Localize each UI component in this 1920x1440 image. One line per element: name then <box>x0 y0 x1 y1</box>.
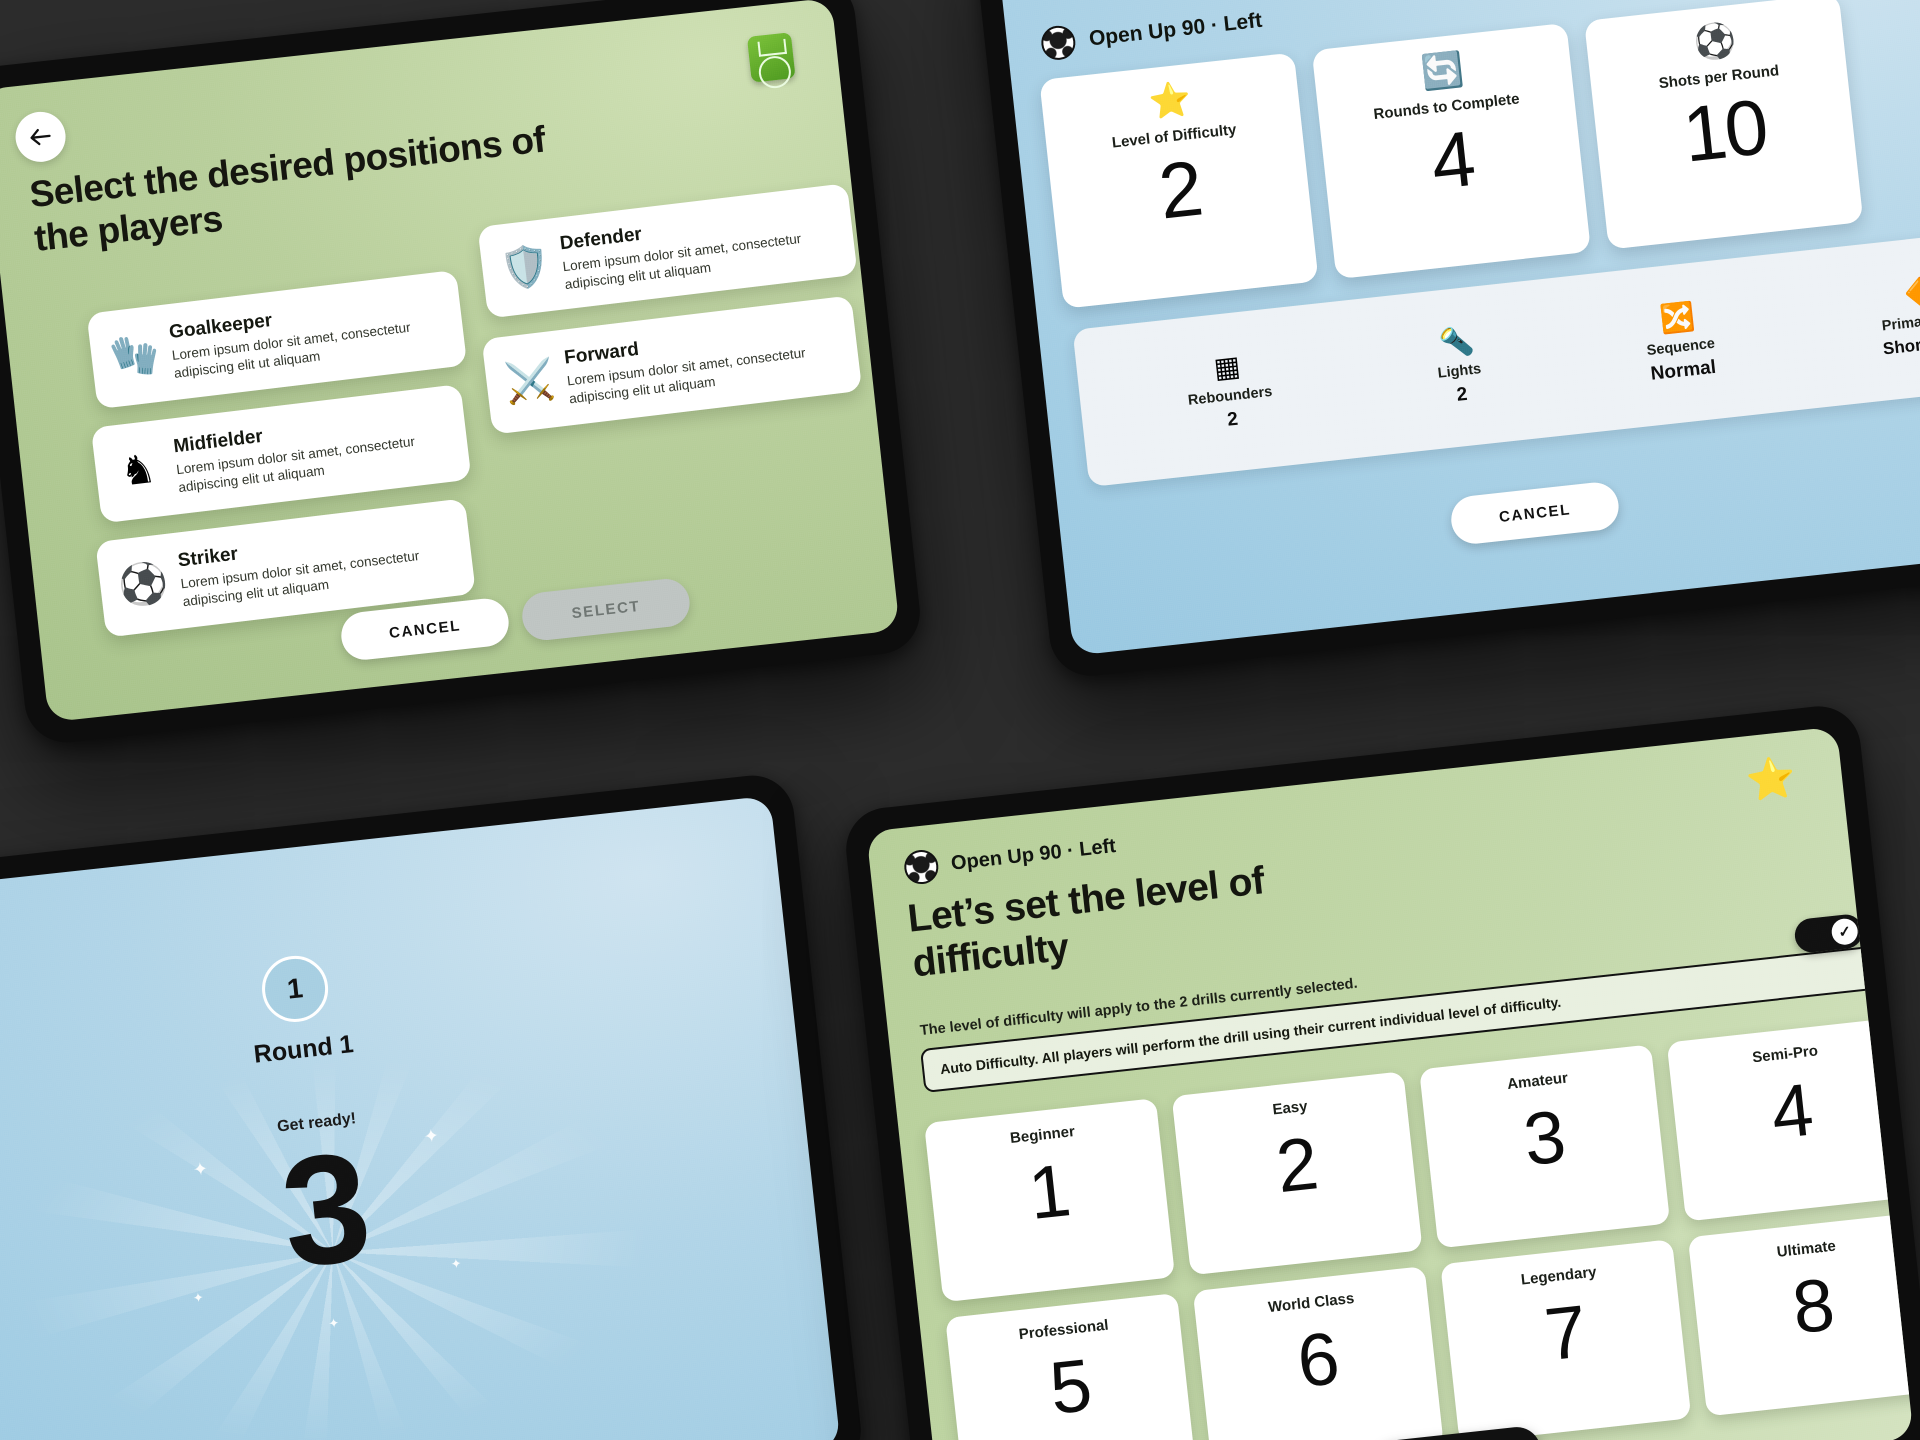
difficulty-value: 7 <box>1540 1289 1589 1377</box>
soccer-ball-icon <box>902 848 941 886</box>
shield-icon: 🛡️ <box>498 242 553 293</box>
soccer-ball-icon: ⚽ <box>1691 20 1739 64</box>
stat-value: 10 <box>1678 82 1771 179</box>
select-button[interactable]: SELECT <box>519 576 693 643</box>
stat-card-rounds[interactable]: 🔄 Rounds to Complete 4 <box>1311 22 1592 280</box>
difficulty-card-world-class[interactable]: World Class 6 <box>1192 1266 1444 1440</box>
drill-title: Open Up 90 · Left <box>1087 8 1264 51</box>
sub-item-value: 2 <box>1455 383 1469 406</box>
sparkle-icon: ✦ <box>422 1125 440 1147</box>
rebounder-icon: ▦ <box>1212 350 1242 384</box>
drill-summary-action-bar: CANCEL <box>1448 480 1622 547</box>
drill-summary-screen: REPLACE REMOVE Open Up 90 · Left ⭐ Level… <box>996 0 1920 656</box>
sub-item-value: Normal <box>1649 356 1718 385</box>
difficulty-label: Semi-Pro <box>1751 1042 1819 1067</box>
sparkle-icon: ✦ <box>327 1315 341 1332</box>
sub-item-value: Short Pass <box>1882 330 1920 359</box>
difficulty-value: 3 <box>1519 1094 1568 1182</box>
difficulty-value: 2 <box>1272 1121 1321 1209</box>
sequence-arrows-icon: 🔀 <box>1658 300 1697 336</box>
difficulty-label: Ultimate <box>1775 1237 1837 1261</box>
difficulty-card-semi-pro[interactable]: Semi-Pro 4 <box>1666 1017 1914 1222</box>
radial-rays-decoration <box>0 795 841 1440</box>
countdown-device: 1 Round 1 Get ready! 3 ✦ ✦ ✦ ✦ ✦ <box>0 771 866 1440</box>
difficulty-label: Professional <box>1017 1316 1110 1344</box>
check-icon: ✓ <box>1830 917 1860 947</box>
stat-card-difficulty[interactable]: ⭐ Level of Difficulty 2 <box>1039 52 1319 309</box>
countdown-number: 3 <box>273 1118 379 1301</box>
sub-item-label: Lights <box>1436 361 1482 382</box>
positions-dialog-device: Select the desired positions of the play… <box>0 0 925 747</box>
stat-card-shots[interactable]: ⚽ Shots per Round 10 <box>1584 0 1864 250</box>
sparkle-icon: ✦ <box>449 1255 463 1272</box>
stat-value: 4 <box>1426 113 1478 206</box>
drill-header: Open Up 90 · Left <box>1039 4 1264 62</box>
drill-summary-device: REPLACE REMOVE Open Up 90 · Left ⭐ Level… <box>972 0 1920 681</box>
flaming-ball-icon: ⚽ <box>116 560 171 610</box>
position-card-forward[interactable]: ⚔️ Forward Lorem ipsum dolor sit amet, c… <box>481 295 863 435</box>
stat-value: 2 <box>1154 143 1206 236</box>
difficulty-card-beginner[interactable]: Beginner 1 <box>924 1098 1176 1303</box>
difficulty-screen: Open Up 90 · Left ⭐ Let’s set the level … <box>866 726 1914 1440</box>
sub-item-label: Sequence <box>1645 335 1716 360</box>
sub-item-rebounders[interactable]: ▦ Rebounders 2 <box>1183 349 1276 436</box>
positions-screen: Select the desired positions of the play… <box>0 0 900 723</box>
star-icon: ⭐ <box>1743 755 1799 805</box>
difficulty-card-professional[interactable]: Professional 5 <box>945 1292 1197 1440</box>
difficulty-value: 8 <box>1788 1262 1837 1350</box>
difficulty-level-grid: Beginner 1 Easy 2 Amateur 3 Semi-Pro 4 P… <box>924 1017 1914 1440</box>
refresh-rounds-icon: 🔄 <box>1419 50 1466 93</box>
difficulty-value: 1 <box>1024 1148 1073 1236</box>
sub-item-lights[interactable]: 🔦 Lights 2 <box>1433 324 1485 408</box>
difficulty-label: Legendary <box>1520 1263 1598 1289</box>
sub-item-sequence[interactable]: 🔀 Sequence Normal <box>1642 301 1719 386</box>
difficulty-label: Amateur <box>1506 1069 1569 1093</box>
difficulty-card-ultimate[interactable]: Ultimate 8 <box>1687 1212 1914 1417</box>
position-card-midfielder[interactable]: ♞ Midfielder Lorem ipsum dolor sit amet,… <box>90 384 472 524</box>
training-cone-icon: 🔶 <box>1902 275 1920 310</box>
sub-item-label: Primary skill <box>1881 309 1920 335</box>
light-pod-icon: 🔦 <box>1437 324 1476 360</box>
sparkle-icon: ✦ <box>191 1158 210 1180</box>
crossed-swords-icon: ⚔️ <box>502 357 558 407</box>
sub-item-primary-skill[interactable]: 🔶 Primary skill Short Pass <box>1876 274 1920 359</box>
page-title: Select the desired positions of the play… <box>27 118 547 259</box>
difficulty-label: Easy <box>1271 1097 1309 1119</box>
difficulty-drill-header: Open Up 90 · Left <box>902 829 1118 886</box>
arrow-left-icon <box>30 128 51 146</box>
difficulty-card-easy[interactable]: Easy 2 <box>1171 1071 1423 1276</box>
screenshot-stage: Select the desired positions of the play… <box>0 0 1920 1440</box>
difficulty-card-legendary[interactable]: Legendary 7 <box>1440 1239 1692 1440</box>
sparkle-icon: ✦ <box>192 1289 205 1306</box>
drill-title: Open Up 90 · Left <box>949 834 1117 875</box>
difficulty-dialog-device: Open Up 90 · Left ⭐ Let’s set the level … <box>841 702 1920 1440</box>
soccer-field-icon <box>746 32 796 83</box>
star-icon: ⭐ <box>1147 79 1194 123</box>
difficulty-value: 5 <box>1045 1343 1094 1430</box>
position-card-goalkeeper[interactable]: 🧤 Goalkeeper Lorem ipsum dolor sit amet,… <box>86 269 468 410</box>
goalkeeper-gloves-icon: 🧤 <box>107 331 163 382</box>
knight-chess-piece-icon: ♞ <box>117 446 159 495</box>
countdown-screen: 1 Round 1 Get ready! 3 ✦ ✦ ✦ ✦ ✦ <box>0 795 841 1440</box>
back-button[interactable] <box>13 109 69 165</box>
cancel-button[interactable]: CANCEL <box>1448 480 1622 547</box>
difficulty-value: 6 <box>1293 1316 1342 1404</box>
soccer-ball-icon <box>1039 24 1078 62</box>
difficulty-label: Beginner <box>1009 1123 1076 1147</box>
sub-item-value: 2 <box>1226 408 1240 431</box>
difficulty-label: World Class <box>1267 1289 1356 1317</box>
difficulty-value: 4 <box>1767 1067 1816 1155</box>
difficulty-card-amateur[interactable]: Amateur 3 <box>1419 1044 1671 1249</box>
